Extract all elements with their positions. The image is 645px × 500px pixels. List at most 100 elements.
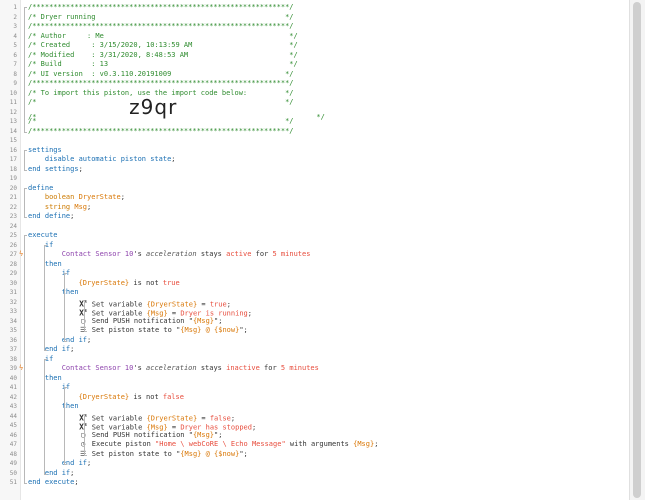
code-text: ; — [74, 478, 79, 486]
keyword: end settings — [28, 164, 79, 173]
line-number: 18 — [9, 165, 17, 173]
line-number: 15 — [9, 137, 17, 144]
code-text: 's — [133, 364, 147, 372]
code-text: stays — [196, 250, 227, 258]
code-text: with arguments — [285, 440, 354, 448]
line-number: 14 — [9, 127, 17, 135]
comment-text: /* Author : Me */ — [28, 31, 298, 40]
keyword: end execute — [28, 478, 75, 486]
line-number: 20 — [9, 184, 17, 192]
comment-text: /* Dryer running */ — [28, 12, 294, 21]
code-text: ; — [70, 468, 75, 477]
code-text: stays — [196, 364, 227, 372]
indent-guide — [24, 149, 27, 171]
type-name: boolean — [44, 193, 75, 201]
code-text: ; — [374, 440, 379, 448]
attribute-name: acceleration — [146, 250, 197, 258]
keyword: settings — [28, 145, 62, 154]
comment-text: /* */ — [28, 117, 294, 125]
code-content: end settings; — [28, 165, 83, 174]
line-number: 35 — [9, 327, 17, 334]
code-content: {DryerState} is not false — [28, 393, 184, 402]
line-number: 10 — [9, 89, 17, 97]
variable-name[interactable]: {Msg} @ {$now} — [180, 450, 239, 458]
line-number: 41 — [9, 384, 17, 391]
code-text: is not — [129, 278, 163, 287]
device-name[interactable]: Contact Sensor 10 — [62, 364, 134, 372]
code-text: Set piston state to " — [87, 449, 181, 458]
comment-text: /***************************************… — [28, 3, 294, 11]
line-number: 17 — [9, 156, 17, 163]
value-literal: inactive — [226, 364, 260, 372]
indent-guide — [64, 273, 67, 342]
code-content: settings — [28, 146, 62, 155]
code-content: if — [28, 241, 53, 250]
line-number: 9 — [13, 80, 17, 87]
variable-name[interactable]: Msg — [74, 203, 87, 211]
line-number: 27 — [9, 251, 17, 258]
code-content: /***************************************… — [28, 3, 294, 12]
code-content: /* Dryer running */ — [28, 13, 294, 22]
code-text: Send PUSH notification " — [87, 430, 193, 439]
variable-name[interactable]: {Msg} — [193, 431, 214, 439]
code-content: end if; — [28, 345, 75, 354]
code-content: Contact Sensor 10's acceleration stays i… — [28, 364, 319, 373]
line-number: 50 — [9, 469, 17, 477]
indent-guide — [84, 415, 87, 456]
vertical-scrollbar[interactable] — [629, 0, 645, 500]
line-number: 25 — [9, 232, 17, 239]
keyword: then — [44, 373, 62, 382]
code-content: ▢ Send PUSH notification "{Msg}"; — [28, 317, 222, 326]
value-literal: active — [226, 250, 252, 258]
code-content: end if; — [28, 335, 92, 345]
code-text: "; — [214, 316, 223, 325]
line-number: 36 — [9, 336, 17, 344]
indent-guide — [24, 235, 27, 484]
line-number: 13 — [9, 118, 17, 125]
device-name[interactable]: Contact Sensor 10 — [62, 250, 134, 258]
line-number: 42 — [9, 393, 17, 401]
code-text: Set piston state to " — [87, 326, 181, 334]
code-content: /* UI version : v0.3.110.20191009 */ — [28, 70, 294, 79]
code-content: Contact Sensor 10's acceleration stays a… — [28, 250, 311, 259]
variable-name[interactable]: {Msg} — [353, 440, 374, 448]
indent-guide — [64, 387, 67, 465]
code-text: ; — [171, 155, 176, 163]
code-content: /***************************************… — [28, 127, 294, 136]
code-text: ; — [120, 193, 125, 201]
code-text: ; — [87, 335, 92, 344]
keyword: end define — [28, 212, 71, 220]
code-text: is not — [129, 392, 163, 401]
variable-name[interactable]: {Msg} @ {$now} — [180, 326, 239, 334]
code-content: /* */ — [28, 117, 294, 126]
import-code: z9qr — [129, 94, 178, 119]
line-number: 16 — [9, 146, 17, 154]
code-content: disable automatic piston state; — [28, 155, 176, 164]
value-literal: "Home \ webCoRE \ Echo Message" — [155, 440, 286, 448]
indent-guide — [24, 7, 27, 133]
code-content: end execute; — [28, 478, 79, 487]
line-number: 30 — [9, 279, 17, 287]
attribute-name: acceleration — [146, 364, 197, 372]
keyword: then — [44, 259, 62, 268]
variable-name[interactable]: {DryerState} — [79, 393, 130, 401]
variable-name[interactable]: {Msg} — [193, 317, 214, 325]
code-content: boolean DryerState; — [28, 193, 125, 202]
line-number: 11 — [9, 99, 17, 106]
line-number: 12 — [9, 108, 17, 116]
scrollbar-thumb[interactable] — [633, 2, 641, 498]
line-number: 7 — [13, 61, 17, 68]
variable-name[interactable]: {DryerState} — [79, 279, 130, 287]
line-number: 51 — [9, 479, 17, 486]
code-text: Execute piston — [87, 440, 156, 448]
keyword: execute — [28, 231, 58, 239]
code-text: for — [251, 250, 273, 258]
code-content: end if; — [28, 468, 75, 478]
variable-name[interactable]: DryerState — [79, 193, 121, 201]
line-number: 24 — [9, 222, 17, 230]
